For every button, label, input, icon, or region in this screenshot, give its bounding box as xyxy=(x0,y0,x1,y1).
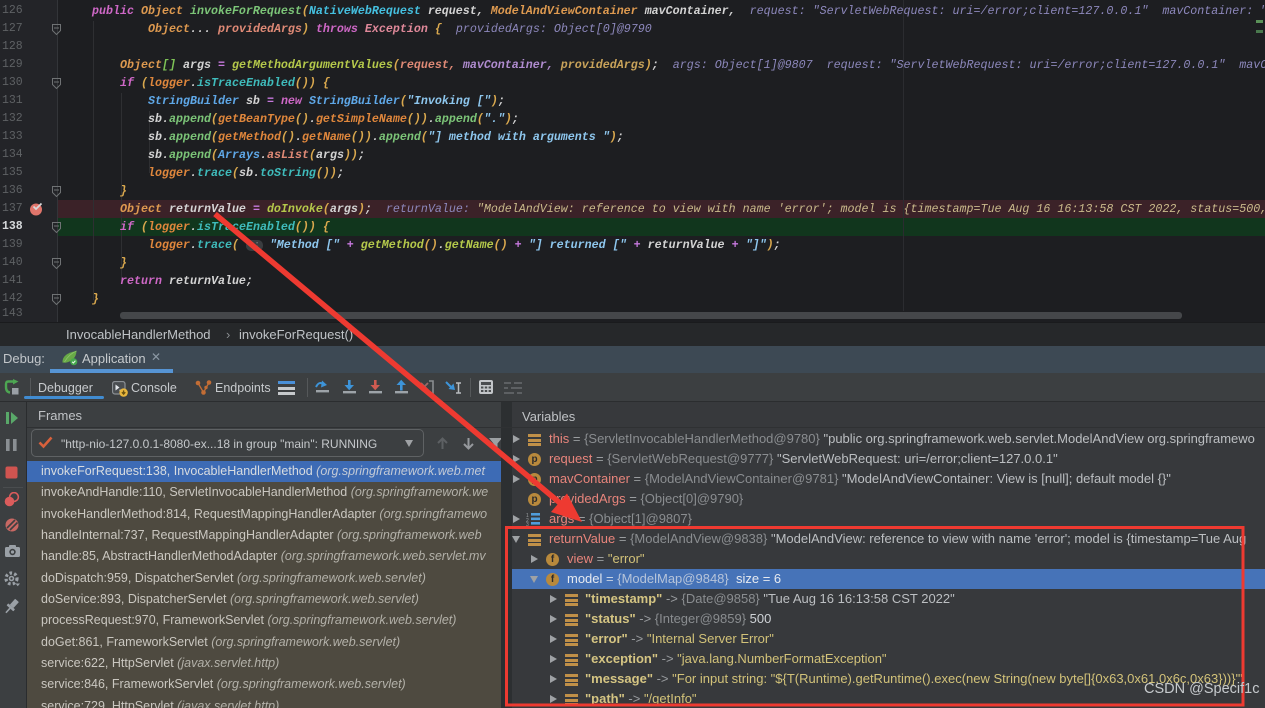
svg-text:3: 3 xyxy=(526,522,529,526)
